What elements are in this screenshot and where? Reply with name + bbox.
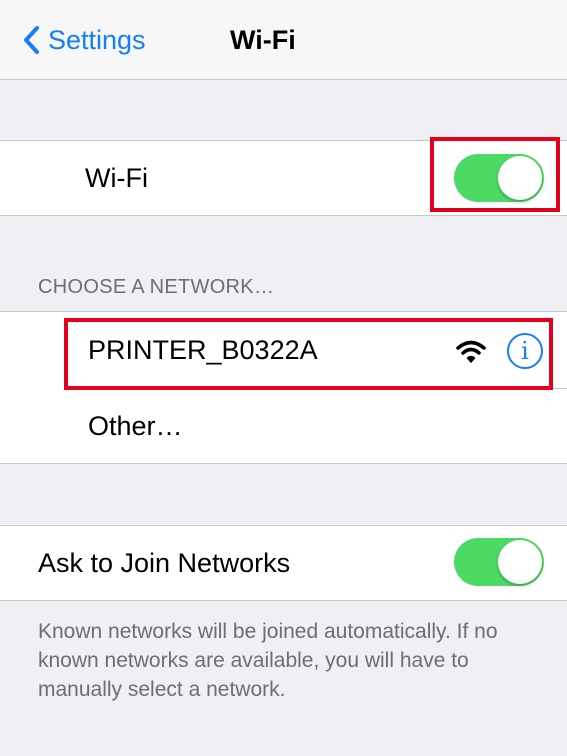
back-button[interactable]: Settings (22, 20, 146, 60)
ask-to-join-label: Ask to Join Networks (38, 548, 291, 578)
network-name: PRINTER_B0322A (88, 335, 318, 365)
wifi-label: Wi-Fi (85, 163, 148, 193)
wifi-signal-icon (456, 340, 486, 369)
toggle-knob (498, 540, 542, 584)
navigation-bar: Settings Wi-Fi (0, 0, 567, 80)
page-title: Wi-Fi (230, 25, 296, 55)
toggle-knob (498, 156, 542, 200)
chevron-left-icon (22, 25, 40, 55)
info-icon[interactable]: i (507, 333, 543, 369)
network-row-other[interactable]: Other… (0, 389, 567, 464)
wifi-row: Wi-Fi (0, 141, 567, 216)
wifi-toggle-group: Wi-Fi (0, 140, 567, 216)
network-section-header: CHOOSE A NETWORK… (38, 276, 275, 298)
other-network-label: Other… (88, 411, 183, 441)
network-list-group: PRINTER_B0322A i Other… (0, 311, 567, 464)
ask-to-join-description: Known networks will be joined automatica… (38, 620, 498, 701)
back-label: Settings (48, 24, 146, 55)
ask-to-join-row: Ask to Join Networks (0, 526, 567, 601)
network-row[interactable]: PRINTER_B0322A i (0, 312, 567, 388)
ask-to-join-toggle[interactable] (454, 538, 544, 586)
ask-to-join-group: Ask to Join Networks (0, 525, 567, 601)
wifi-toggle[interactable] (454, 154, 544, 202)
